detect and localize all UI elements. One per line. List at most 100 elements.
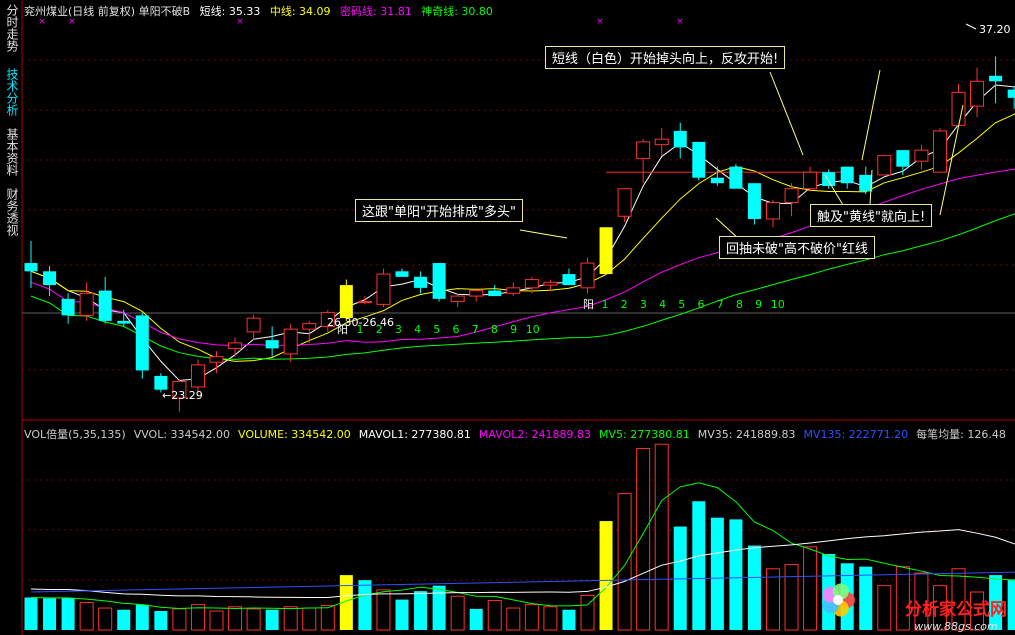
vol-label: VOL倍量(5,35,135) <box>24 428 126 441</box>
volume-bar <box>710 517 724 630</box>
candle-body <box>432 263 446 299</box>
volume-bar <box>562 609 576 630</box>
candle-body <box>302 323 317 330</box>
volume-bar <box>432 585 446 630</box>
volume-bar <box>1007 579 1015 630</box>
volume-bar <box>79 602 94 631</box>
sequence2-count: 9 <box>755 298 762 311</box>
sequence1-count: 2 <box>376 323 383 336</box>
volume-bar <box>747 545 761 630</box>
candle-body <box>190 364 205 388</box>
volume-bar <box>414 591 428 630</box>
candle-body <box>840 166 854 184</box>
sequence2-start: 阳 <box>583 298 594 311</box>
candle-body <box>24 263 38 272</box>
volume-bar <box>859 566 873 630</box>
vol-mavol1: MAVOL1: 277380.81 <box>358 428 471 441</box>
annotation-bullish-alignment: 这跟"单阳"开始排成"多头" <box>355 199 523 222</box>
stock-title: 兖州煤业(日线 前复权) 单阳不破B <box>24 5 191 18</box>
candle-body <box>617 188 632 217</box>
indicator-short: 短线: 35.33 <box>199 5 261 18</box>
candle-body <box>98 290 112 321</box>
volume-bar <box>636 447 651 631</box>
volume-bar <box>803 546 818 631</box>
price-high-pointer <box>965 23 977 30</box>
sequence2-count: 3 <box>640 298 647 311</box>
vol-volume: VOLUME: 334542.00 <box>238 428 351 441</box>
logo-center <box>833 595 843 605</box>
volume-header: VOL倍量(5,35,135) VVOL: 334542.00 VOLUME: 33… <box>24 426 1014 442</box>
candle-body <box>970 80 985 107</box>
candle-body <box>395 271 409 277</box>
arrow-alignment <box>519 229 568 239</box>
volume-bar <box>246 608 261 631</box>
candle-body <box>506 287 521 294</box>
sequence2-count: 2 <box>621 298 628 311</box>
volume-bar <box>154 611 168 630</box>
candle-body <box>914 149 929 162</box>
volume-bar <box>543 606 558 631</box>
volume-bar <box>766 568 780 631</box>
sequence1-count: 4 <box>414 323 421 336</box>
candle-body <box>246 317 261 333</box>
candle-body <box>766 201 780 220</box>
volume-bar <box>98 607 113 631</box>
stock-chart[interactable]: × × × × ×37.20←23.2926.30-26.46阳 1 2 3 4 5 6 7 8 9 10阳… <box>0 0 1015 635</box>
sequence2-count: 6 <box>698 298 705 311</box>
vol-mv35: MV35: 241889.83 <box>697 428 796 441</box>
candle-body <box>803 171 818 190</box>
candle-body <box>469 290 484 297</box>
magic-line <box>30 213 1015 360</box>
sequence2-count: 7 <box>717 298 724 311</box>
volume-bar <box>395 599 409 630</box>
candle-body <box>357 301 372 304</box>
candle-body <box>896 150 910 167</box>
candle-body <box>951 91 966 126</box>
candle-body <box>524 279 539 289</box>
volume-bar <box>117 609 131 630</box>
candle-body <box>228 342 243 349</box>
candle-body <box>1007 89 1015 98</box>
candle-body <box>989 75 1003 82</box>
volume-bar <box>524 604 539 631</box>
price-high-label: 37.20 <box>979 23 1011 36</box>
volume-bar <box>784 564 799 631</box>
indicator-code: 密码线: 31.81 <box>340 5 412 18</box>
volume-bar <box>506 607 521 631</box>
candle-body <box>636 141 651 159</box>
candle-body <box>43 271 57 286</box>
annotation-touch-yellow: 触及"黄线"就向上! <box>810 204 933 227</box>
volume-bar <box>43 598 57 630</box>
candle-body <box>673 130 687 148</box>
volume-bar <box>729 519 743 630</box>
volume-bar <box>469 608 483 630</box>
candle-body <box>79 292 94 316</box>
logo-text: 分析家公式网 <box>905 600 1007 620</box>
volume-bar <box>654 443 669 631</box>
sequence1-start: 阳 <box>337 323 348 336</box>
sequence2-count: 10 <box>771 298 785 311</box>
sequence2-count: 1 <box>602 298 609 311</box>
candle-body <box>859 174 873 192</box>
candle-body <box>61 298 75 316</box>
price-header: 兖州煤业(日线 前复权) 单阳不破B 短线: 35.33 中线: 34.09 密… <box>24 3 499 19</box>
candle-body <box>710 177 724 184</box>
sequence1-count: 6 <box>453 323 460 336</box>
volume-bar <box>877 585 892 631</box>
sequence1-count: 8 <box>491 323 498 336</box>
annotation-pullback: 回抽未破"高不破价"红线 <box>719 236 875 259</box>
sequence2-count: 5 <box>678 298 685 311</box>
mid-line <box>30 112 1015 362</box>
candle-body <box>654 138 669 146</box>
price-low-label: ←23.29 <box>162 389 203 402</box>
arrow-reversal-2 <box>861 69 881 161</box>
volume-bar <box>617 493 632 631</box>
candle-body <box>135 315 149 371</box>
candle-body <box>339 285 353 319</box>
candle-body <box>729 166 743 189</box>
volume-bar <box>376 589 391 631</box>
volume-bar <box>209 610 224 631</box>
candle-body <box>283 328 298 355</box>
volume-bar <box>172 608 187 631</box>
logo-url: www.88gs.com <box>914 620 998 633</box>
